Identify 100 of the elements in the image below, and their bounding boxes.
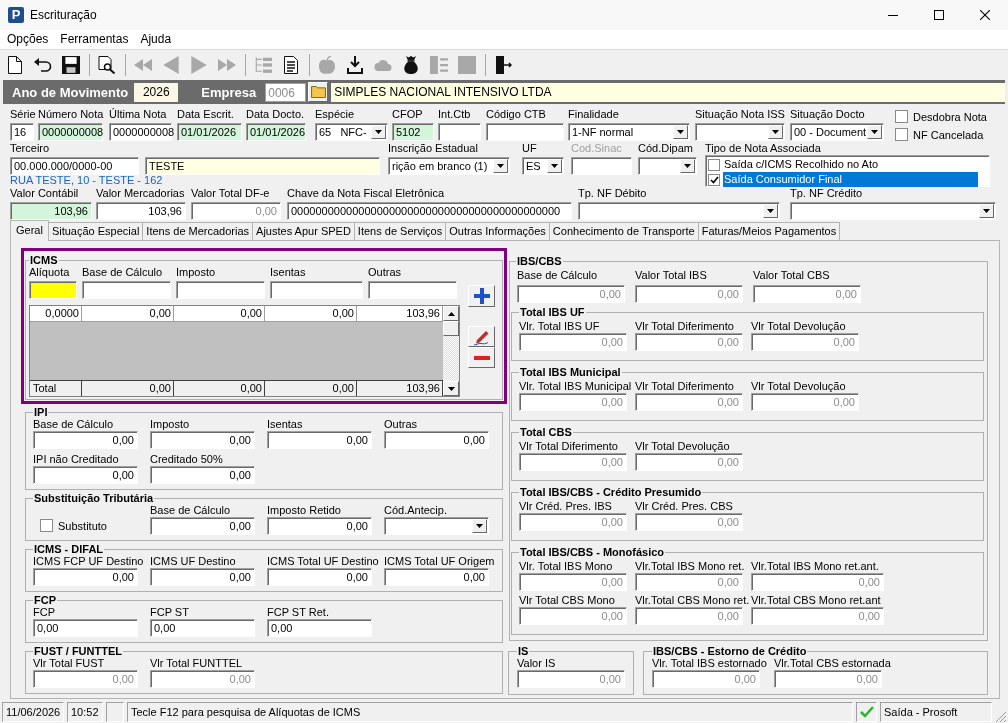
- input-field[interactable]: 0,00: [33, 431, 138, 449]
- input-field[interactable]: 00000000000000000000000000000000000000000000: [287, 202, 572, 220]
- input-field[interactable]: [486, 123, 564, 141]
- input-field[interactable]: 0,00: [635, 393, 743, 411]
- dropdown-field[interactable]: [695, 123, 785, 141]
- dropdown-field[interactable]: ES: [522, 157, 564, 175]
- input-field[interactable]: 0,00: [635, 513, 743, 531]
- input-field[interactable]: [82, 281, 171, 299]
- dropdown-button[interactable]: [547, 159, 562, 173]
- input-field[interactable]: [438, 123, 481, 141]
- input-field[interactable]: 0,00: [751, 607, 884, 625]
- checkbox[interactable]: [40, 519, 53, 532]
- checkbox[interactable]: [708, 158, 720, 171]
- checkbox[interactable]: [895, 128, 908, 141]
- input-field[interactable]: 01/01/2026: [246, 123, 306, 141]
- dropdown-field[interactable]: rição em branco (1): [388, 157, 510, 175]
- list-item[interactable]: Saída c/ICMS Recolhido no Ato: [723, 157, 978, 172]
- input-field[interactable]: [29, 281, 77, 299]
- checkbox[interactable]: [708, 173, 720, 186]
- input-field[interactable]: 0,00: [751, 573, 884, 591]
- checkbox[interactable]: [895, 110, 908, 123]
- input-field[interactable]: 0,00: [517, 670, 625, 688]
- input-field[interactable]: 0,00: [150, 670, 255, 688]
- input-field[interactable]: 103,96: [96, 202, 186, 220]
- input-field[interactable]: 0,00: [519, 453, 627, 471]
- input-field[interactable]: 0000000008: [109, 123, 172, 141]
- input-field[interactable]: 0,00: [635, 573, 743, 591]
- input-field[interactable]: 0,00: [384, 431, 489, 449]
- input-field[interactable]: 0,00: [635, 607, 743, 625]
- company-code-field[interactable]: 0006: [265, 82, 307, 102]
- dropdown-button[interactable]: [673, 125, 688, 139]
- dropdown-field[interactable]: [578, 202, 780, 220]
- input-field[interactable]: 0,00: [384, 568, 489, 586]
- input-field[interactable]: TESTE: [145, 157, 380, 175]
- dropdown-field[interactable]: [638, 157, 697, 175]
- dropdown-button[interactable]: [763, 204, 778, 218]
- input-field[interactable]: 0,00: [150, 568, 255, 586]
- input-field[interactable]: 0,00: [635, 285, 743, 303]
- remove-button[interactable]: [468, 347, 495, 368]
- input-field[interactable]: 0,00: [519, 573, 627, 591]
- input-field[interactable]: 0,00: [267, 517, 372, 535]
- add-button[interactable]: [468, 285, 495, 307]
- input-field[interactable]: [571, 157, 632, 175]
- input-field[interactable]: 0,00: [33, 619, 138, 637]
- list-item[interactable]: Saída Consumidor Final: [723, 172, 978, 187]
- tab[interactable]: Geral: [10, 220, 49, 241]
- scroll-down-button[interactable]: [443, 381, 459, 396]
- input-field[interactable]: 0,00: [267, 568, 372, 586]
- input-field[interactable]: 0,00: [150, 431, 255, 449]
- input-field[interactable]: 5102: [392, 123, 434, 141]
- input-field[interactable]: 0,00: [753, 285, 861, 303]
- input-field[interactable]: 0,00: [150, 619, 255, 637]
- input-field[interactable]: 0,00: [519, 513, 627, 531]
- input-field[interactable]: [270, 281, 363, 299]
- dropdown-field[interactable]: [384, 517, 489, 535]
- dropdown-field[interactable]: 1-NF normal: [568, 123, 690, 141]
- dropdown-button[interactable]: [979, 204, 994, 218]
- input-field[interactable]: 0,00: [33, 568, 138, 586]
- input-field[interactable]: [368, 281, 457, 299]
- input-field[interactable]: 00.000.000/0000-00: [10, 157, 139, 175]
- input-field[interactable]: 0,00: [635, 333, 743, 351]
- tab[interactable]: Faturas/Meios Pagamentos: [697, 222, 841, 240]
- input-field[interactable]: 0,00: [517, 285, 625, 303]
- dropdown-button[interactable]: [371, 125, 386, 139]
- tab[interactable]: Situação Especial: [47, 222, 144, 240]
- scrollbar-thumb[interactable]: [443, 321, 459, 336]
- input-field[interactable]: 0,00: [150, 517, 255, 535]
- input-field[interactable]: 0,00: [33, 670, 138, 688]
- scroll-up-button[interactable]: [443, 306, 459, 321]
- dropdown-button[interactable]: [768, 125, 783, 139]
- input-field[interactable]: 16: [10, 123, 34, 141]
- input-field[interactable]: 0,00: [267, 431, 372, 449]
- input-field[interactable]: 0,00: [267, 619, 372, 637]
- input-field[interactable]: 0,00: [519, 393, 627, 411]
- input-field[interactable]: [176, 281, 265, 299]
- tab[interactable]: Itens de Serviços: [353, 222, 447, 240]
- input-field[interactable]: 0000000008: [38, 123, 103, 141]
- input-field[interactable]: 0,00: [774, 670, 882, 688]
- dropdown-button[interactable]: [867, 125, 882, 139]
- input-field[interactable]: 0,00: [191, 202, 281, 220]
- dropdown-button[interactable]: [472, 519, 487, 533]
- input-field[interactable]: 0,00: [519, 607, 627, 625]
- menu-item[interactable]: Ajuda: [134, 31, 178, 48]
- open-button[interactable]: [308, 82, 329, 102]
- dropdown-field[interactable]: 00 - Document: [790, 123, 884, 141]
- input-field[interactable]: 0,00: [33, 466, 138, 484]
- input-field[interactable]: 0,00: [150, 466, 255, 484]
- input-field[interactable]: 103,96: [10, 202, 92, 220]
- dropdown-field[interactable]: [790, 202, 996, 220]
- edit-button[interactable]: [468, 326, 495, 347]
- input-field[interactable]: 0,00: [519, 333, 627, 351]
- input-field[interactable]: 0,00: [635, 453, 743, 471]
- dropdown-button[interactable]: [680, 159, 695, 173]
- dropdown-button[interactable]: [493, 159, 508, 173]
- input-field[interactable]: 0,00: [751, 333, 859, 351]
- menu-item[interactable]: Opções: [1, 31, 55, 48]
- dropdown-field[interactable]: 65 NFC-: [315, 123, 388, 141]
- input-field[interactable]: 0,00: [652, 670, 760, 688]
- year-field[interactable]: 2026: [134, 82, 179, 102]
- tab[interactable]: Conhecimento de Transporte: [548, 222, 699, 240]
